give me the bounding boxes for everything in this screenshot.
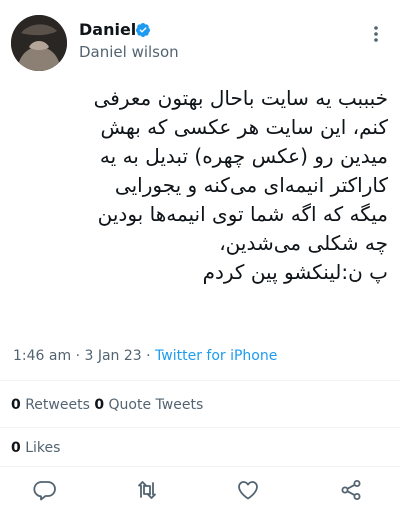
author-name[interactable]: Daniel: [79, 20, 136, 39]
tweet-line: کاراکتر انیمه‌ای می‌کنه و یجورایی: [114, 173, 388, 197]
retweets-count: 0: [11, 397, 21, 413]
quote-tweets-count: 0: [94, 397, 105, 413]
tweet-line: میگه که اگه شما توی انیمه‌ها بودین: [97, 202, 388, 226]
likes-label: Likes: [25, 440, 61, 456]
quote-tweets-label: Quote Tweets: [108, 397, 204, 413]
divider: [0, 427, 400, 428]
share-icon[interactable]: [339, 478, 363, 502]
likes-count: 0: [11, 440, 21, 456]
tweet-line: چه شکلی می‌شدین،: [219, 231, 388, 255]
tweet-meta: 1:46 am · 3 Jan 23 · Twitter for iPhone: [13, 348, 277, 364]
tweet-source-link[interactable]: Twitter for iPhone: [155, 348, 277, 364]
tweet-date[interactable]: 3 Jan 23: [84, 348, 141, 364]
tweet-line: پ ن:لینکشو پین کردم: [202, 260, 388, 284]
reply-icon[interactable]: [33, 478, 57, 502]
likes-stat[interactable]: 0 Likes: [11, 440, 60, 456]
quote-tweets-stat[interactable]: 0 Quote Tweets: [94, 397, 203, 413]
divider: [0, 466, 400, 467]
meta-separator: ·: [75, 348, 81, 364]
author-handle[interactable]: Daniel wilson: [79, 43, 179, 61]
divider: [0, 380, 400, 381]
retweets-stat[interactable]: 0 Retweets: [11, 397, 90, 413]
engagement-stats: 0 Retweets 0 Quote Tweets: [11, 397, 203, 413]
meta-separator: ·: [146, 348, 151, 364]
tweet-text: خبببب یه سایت باحال بهتون معرفی کنم، این…: [8, 84, 388, 287]
tweet-time[interactable]: 1:46 am: [13, 348, 71, 364]
tweet-line: میدین رو (عکس چهره) تبدیل به یه: [99, 144, 388, 168]
retweet-icon[interactable]: [135, 478, 159, 502]
avatar[interactable]: [11, 15, 67, 71]
tweet-line: کنم، این سایت هر عکسی که بهش: [100, 115, 388, 139]
verified-badge-icon: [135, 23, 150, 37]
tweet-line: خبببب یه سایت باحال بهتون معرفی: [93, 86, 388, 110]
retweets-label: Retweets: [25, 397, 90, 413]
like-icon[interactable]: [236, 478, 260, 502]
more-options-icon[interactable]: [366, 24, 386, 44]
